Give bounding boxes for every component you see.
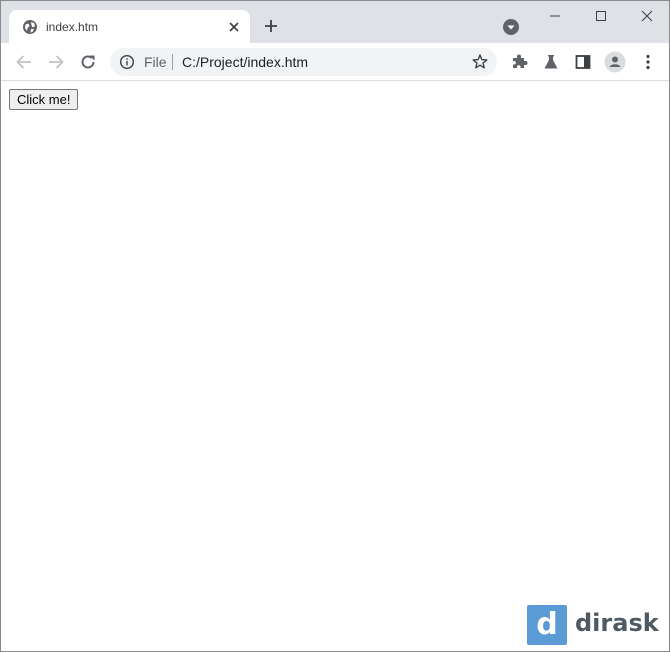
address-bar[interactable]: File C:/Project/index.htm [110,48,497,76]
url-text[interactable]: C:/Project/index.htm [182,54,308,70]
new-tab-icon[interactable] [263,18,279,34]
browser-tab[interactable]: index.htm [9,10,250,43]
reload-icon[interactable] [78,52,98,72]
kebab-menu-icon[interactable] [638,52,658,72]
close-icon[interactable] [226,19,242,35]
flask-icon[interactable] [541,52,561,72]
forward-arrow-icon[interactable] [46,52,66,72]
close-window-button[interactable] [623,1,669,31]
info-icon[interactable] [119,54,135,70]
click-me-button[interactable]: Click me! [9,89,79,110]
maximize-button[interactable] [577,1,623,31]
back-arrow-icon[interactable] [14,52,34,72]
avatar-icon[interactable] [604,51,626,73]
tab-strip: index.htm [1,1,669,43]
brand-name: dirask [575,609,659,637]
maximize-icon [596,11,606,21]
browser-toolbar: File C:/Project/index.htm [1,43,669,81]
minimize-button[interactable] [531,1,577,31]
puzzle-icon[interactable] [509,52,529,72]
page-content: Click me! d dirask [1,81,669,651]
dirask-logo: d [527,605,567,645]
globe-icon [22,19,38,35]
tab-title: index.htm [46,20,99,34]
omnibox-separator [172,54,173,70]
close-window-icon [641,10,653,22]
tab-search-icon[interactable] [502,18,520,36]
minimize-icon [550,15,560,17]
scheme-label: File [144,54,167,70]
browser-window: index.htm File C:/Project/index.htm Clic… [0,0,670,652]
logo-letter: d [536,607,558,642]
star-icon[interactable] [471,53,489,71]
side-panel-icon[interactable] [573,52,593,72]
